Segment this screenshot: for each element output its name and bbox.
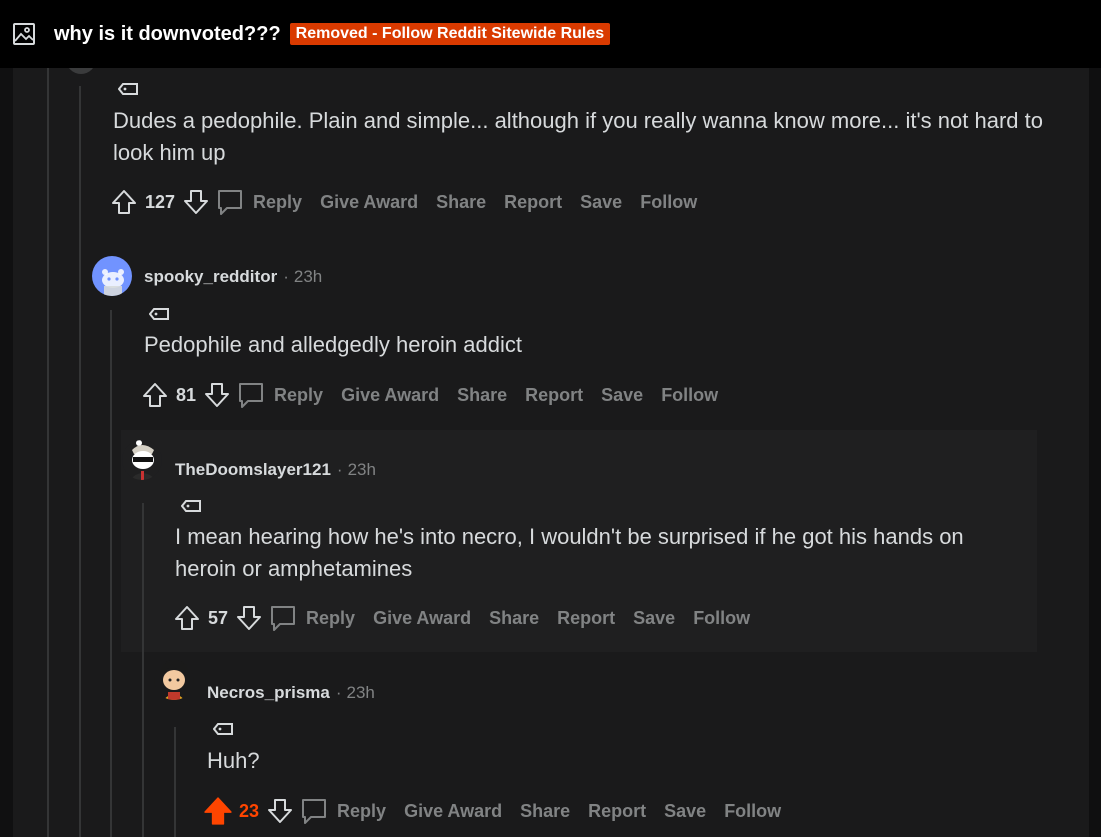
timestamp[interactable]: 23h bbox=[294, 267, 322, 287]
reply-button[interactable]: Reply bbox=[236, 380, 323, 410]
downvote-arrow-icon bbox=[237, 606, 262, 630]
share-button[interactable]: Share bbox=[436, 192, 486, 213]
tag-icon bbox=[213, 723, 233, 735]
upvote-arrow-icon bbox=[143, 383, 167, 407]
panda-avatar-icon bbox=[130, 440, 156, 480]
comment-actions: 23 Reply Give Award Share Report Save Fo… bbox=[203, 796, 781, 826]
follow-button[interactable]: Follow bbox=[693, 608, 750, 629]
tag-icon bbox=[149, 308, 169, 320]
image-post-icon bbox=[13, 23, 35, 45]
thread-line[interactable] bbox=[174, 727, 176, 837]
give-award-button[interactable]: Give Award bbox=[341, 385, 439, 406]
report-button[interactable]: Report bbox=[557, 608, 615, 629]
share-button[interactable]: Share bbox=[520, 801, 570, 822]
give-award-button[interactable]: Give Award bbox=[373, 608, 471, 629]
vote-score: 81 bbox=[176, 384, 197, 405]
reply-label: Reply bbox=[253, 191, 303, 212]
character-avatar-icon bbox=[160, 661, 188, 700]
tag-icon bbox=[118, 83, 138, 95]
post-header-bar: why is it downvoted??? Removed - Follow … bbox=[0, 0, 1101, 68]
chat-bubble-icon bbox=[271, 606, 296, 631]
reply-label: Reply bbox=[306, 607, 356, 628]
follow-button[interactable]: Follow bbox=[640, 192, 697, 213]
thread-line[interactable] bbox=[47, 68, 49, 837]
thread-line[interactable] bbox=[142, 503, 144, 837]
reply-button[interactable]: Reply bbox=[268, 603, 355, 633]
save-button[interactable]: Save bbox=[664, 801, 706, 822]
chat-bubble-icon bbox=[302, 799, 327, 824]
upvote-arrow-active-icon bbox=[204, 797, 232, 825]
timestamp[interactable]: 23h bbox=[347, 683, 375, 703]
avatar[interactable] bbox=[122, 440, 162, 480]
downvote-button[interactable] bbox=[265, 796, 295, 826]
chat-bubble-icon bbox=[239, 383, 264, 408]
upvote-button[interactable] bbox=[203, 796, 233, 826]
downvote-arrow-icon bbox=[205, 383, 230, 407]
upvote-button[interactable] bbox=[109, 187, 139, 217]
give-award-button[interactable]: Give Award bbox=[404, 801, 502, 822]
separator-dot: · bbox=[335, 683, 342, 702]
thread-line[interactable] bbox=[79, 86, 81, 837]
vote-score: 23 bbox=[239, 800, 260, 821]
separator-dot: · bbox=[283, 267, 289, 286]
tag-icon bbox=[181, 500, 201, 512]
avatar[interactable] bbox=[92, 256, 132, 296]
downvote-arrow-icon bbox=[268, 799, 293, 823]
save-button[interactable]: Save bbox=[601, 385, 643, 406]
upvote-button[interactable] bbox=[140, 380, 170, 410]
comment-body: Huh? bbox=[207, 748, 260, 773]
upvote-button[interactable] bbox=[172, 603, 202, 633]
timestamp[interactable]: 23h bbox=[348, 460, 376, 480]
vote-score: 127 bbox=[145, 191, 176, 212]
comment-actions: 57 Reply Give Award Share Report Save Fo… bbox=[172, 603, 750, 633]
comment-meta: Necros_prisma · 23h bbox=[207, 683, 375, 703]
save-button[interactable]: Save bbox=[633, 608, 675, 629]
comment-body: Dudes a pedophile. Plain and simple... a… bbox=[113, 108, 1043, 165]
comment-body: Pedophile and alledgedly heroin addict bbox=[144, 332, 522, 357]
downvote-button[interactable] bbox=[234, 603, 264, 633]
separator-dot: · bbox=[336, 460, 343, 479]
share-button[interactable]: Share bbox=[489, 608, 539, 629]
comment-actions: 81 Reply Give Award Share Report Save Fo… bbox=[140, 380, 718, 410]
scrollbar-track[interactable] bbox=[1089, 68, 1101, 837]
share-button[interactable]: Share bbox=[457, 385, 507, 406]
avatar[interactable] bbox=[154, 660, 194, 700]
reply-button[interactable]: Reply bbox=[299, 796, 386, 826]
comment-meta: TheDoomslayer121 · 23h bbox=[175, 460, 376, 480]
report-button[interactable]: Report bbox=[588, 801, 646, 822]
author-username[interactable]: TheDoomslayer121 bbox=[175, 460, 331, 480]
downvote-arrow-icon bbox=[184, 190, 209, 214]
save-button[interactable]: Save bbox=[580, 192, 622, 213]
author-username[interactable]: Necros_prisma bbox=[207, 683, 330, 703]
comment-actions: 127 Reply Give Award Share Report Save F… bbox=[109, 187, 697, 217]
author-username[interactable]: spooky_redditor bbox=[144, 267, 277, 287]
snoo-avatar-icon bbox=[102, 269, 124, 296]
give-award-button[interactable]: Give Award bbox=[320, 192, 418, 213]
removed-status-badge: Removed - Follow Reddit Sitewide Rules bbox=[289, 23, 611, 45]
reply-label: Reply bbox=[274, 384, 324, 405]
follow-button[interactable]: Follow bbox=[661, 385, 718, 406]
vote-score: 57 bbox=[208, 607, 229, 628]
downvote-button[interactable] bbox=[202, 380, 232, 410]
chat-bubble-icon bbox=[218, 190, 243, 215]
comment-body: I mean hearing how he's into necro, I wo… bbox=[175, 524, 964, 581]
downvote-button[interactable] bbox=[181, 187, 211, 217]
thread-line[interactable] bbox=[110, 310, 112, 837]
upvote-arrow-icon bbox=[175, 606, 199, 630]
report-button[interactable]: Report bbox=[525, 385, 583, 406]
reply-button[interactable]: Reply bbox=[215, 187, 302, 217]
reply-label: Reply bbox=[337, 800, 387, 821]
report-button[interactable]: Report bbox=[504, 192, 562, 213]
post-title[interactable]: why is it downvoted??? bbox=[54, 23, 281, 46]
upvote-arrow-icon bbox=[112, 190, 136, 214]
follow-button[interactable]: Follow bbox=[724, 801, 781, 822]
comment-meta: spooky_redditor · 23h bbox=[144, 267, 322, 287]
